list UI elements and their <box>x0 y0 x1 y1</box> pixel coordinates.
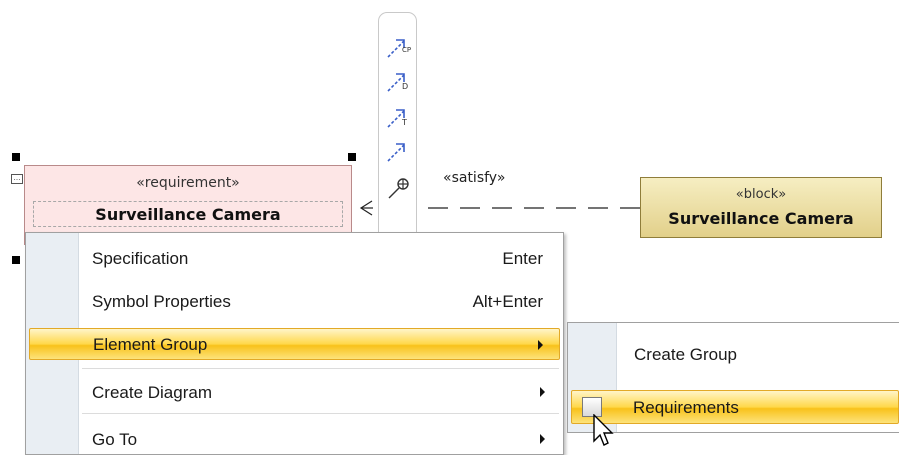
menu-item-label: Specification <box>92 249 189 268</box>
block-stereotype: «block» <box>735 187 787 202</box>
selection-handle[interactable] <box>12 256 20 264</box>
block-name: Surveillance Camera <box>668 209 854 228</box>
menu-item-element-group[interactable]: Element Group <box>29 328 560 360</box>
menu-item-go-to[interactable]: Go To <box>28 423 561 455</box>
menu-item-shortcut: Enter <box>502 249 543 268</box>
menu-item-requirements[interactable]: Requirements <box>571 390 899 424</box>
context-menu: Specification Enter Symbol Properties Al… <box>25 232 564 455</box>
trace-path-icon[interactable]: T <box>382 101 414 133</box>
menu-item-label: Element Group <box>93 335 208 354</box>
expand-icon[interactable]: … <box>11 174 23 184</box>
menu-item-label: Symbol Properties <box>92 292 231 311</box>
menu-item-create-diagram[interactable]: Create Diagram <box>28 376 561 408</box>
svg-text:D: D <box>402 82 408 91</box>
submenu-arrow-icon <box>538 340 543 350</box>
menu-item-specification[interactable]: Specification Enter <box>28 242 561 274</box>
selection-handle[interactable] <box>12 153 20 161</box>
satisfy-path-icon[interactable] <box>382 135 414 167</box>
submenu-arrow-icon <box>540 387 545 397</box>
block-shape[interactable]: «block» Surveillance Camera <box>640 177 882 238</box>
svg-text:CP: CP <box>402 46 411 54</box>
requirement-name: Surveillance Camera <box>95 205 281 224</box>
menu-item-shortcut: Alt+Enter <box>472 292 543 311</box>
menu-item-label: Requirements <box>633 398 739 417</box>
satisfy-label: «satisfy» <box>443 170 506 186</box>
svg-text:T: T <box>401 118 407 127</box>
mouse-pointer-icon <box>593 414 614 446</box>
menu-item-label: Go To <box>92 430 138 449</box>
menu-item-create-group[interactable]: Create Group <box>570 338 897 370</box>
menu-separator <box>82 413 559 414</box>
containment-path-icon[interactable]: CP <box>382 31 414 63</box>
selection-handle[interactable] <box>348 153 356 161</box>
menu-separator <box>82 368 559 369</box>
requirement-name-box[interactable]: Surveillance Camera <box>33 201 343 227</box>
satisfy-relationship-line[interactable] <box>340 195 650 225</box>
menu-item-label: Create Group <box>634 345 737 364</box>
menu-item-label: Create Diagram <box>92 383 212 402</box>
submenu-arrow-icon <box>540 434 545 444</box>
menu-item-symbol-properties[interactable]: Symbol Properties Alt+Enter <box>28 285 561 317</box>
requirement-stereotype: «requirement» <box>136 175 240 191</box>
element-group-submenu: Create Group Requirements <box>567 322 899 433</box>
derive-path-icon[interactable]: D <box>382 65 414 97</box>
